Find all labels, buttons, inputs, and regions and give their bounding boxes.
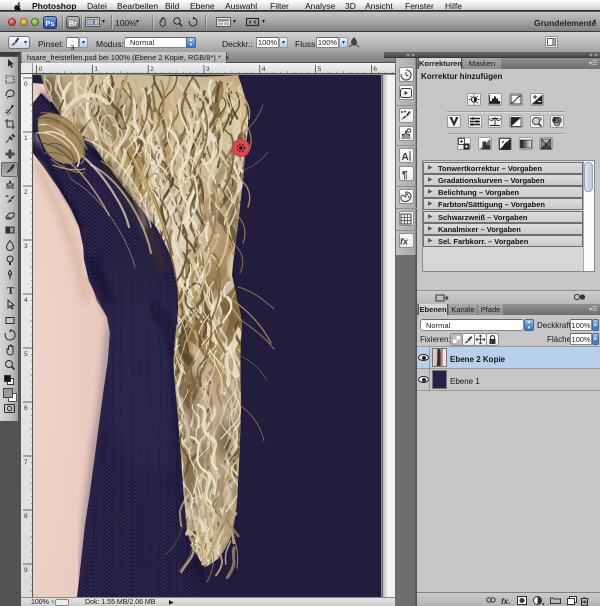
svg-text:4: 4 — [24, 297, 28, 304]
svg-text:fx.: fx. — [501, 597, 510, 605]
svg-text:3: 3 — [206, 66, 210, 73]
svg-text:2: 2 — [24, 189, 28, 196]
svg-text:2: 2 — [150, 66, 154, 73]
svg-text:5: 5 — [318, 66, 322, 73]
svg-text:6: 6 — [24, 405, 28, 412]
svg-text:3: 3 — [24, 243, 28, 250]
svg-text:0: 0 — [24, 81, 28, 88]
svg-text:1: 1 — [94, 66, 98, 73]
svg-text:8: 8 — [24, 513, 28, 520]
svg-text:4: 4 — [262, 66, 266, 73]
svg-text:7: 7 — [24, 459, 28, 466]
svg-text:1: 1 — [24, 135, 28, 142]
svg-text:T: T — [7, 285, 15, 296]
svg-text:6: 6 — [373, 66, 377, 73]
svg-text:9: 9 — [24, 567, 28, 574]
svg-text:5: 5 — [24, 351, 28, 358]
svg-text:0: 0 — [39, 66, 43, 73]
svg-text:fx: fx — [400, 237, 409, 247]
svg-text:A: A — [402, 152, 409, 163]
svg-text:¶: ¶ — [402, 170, 408, 181]
